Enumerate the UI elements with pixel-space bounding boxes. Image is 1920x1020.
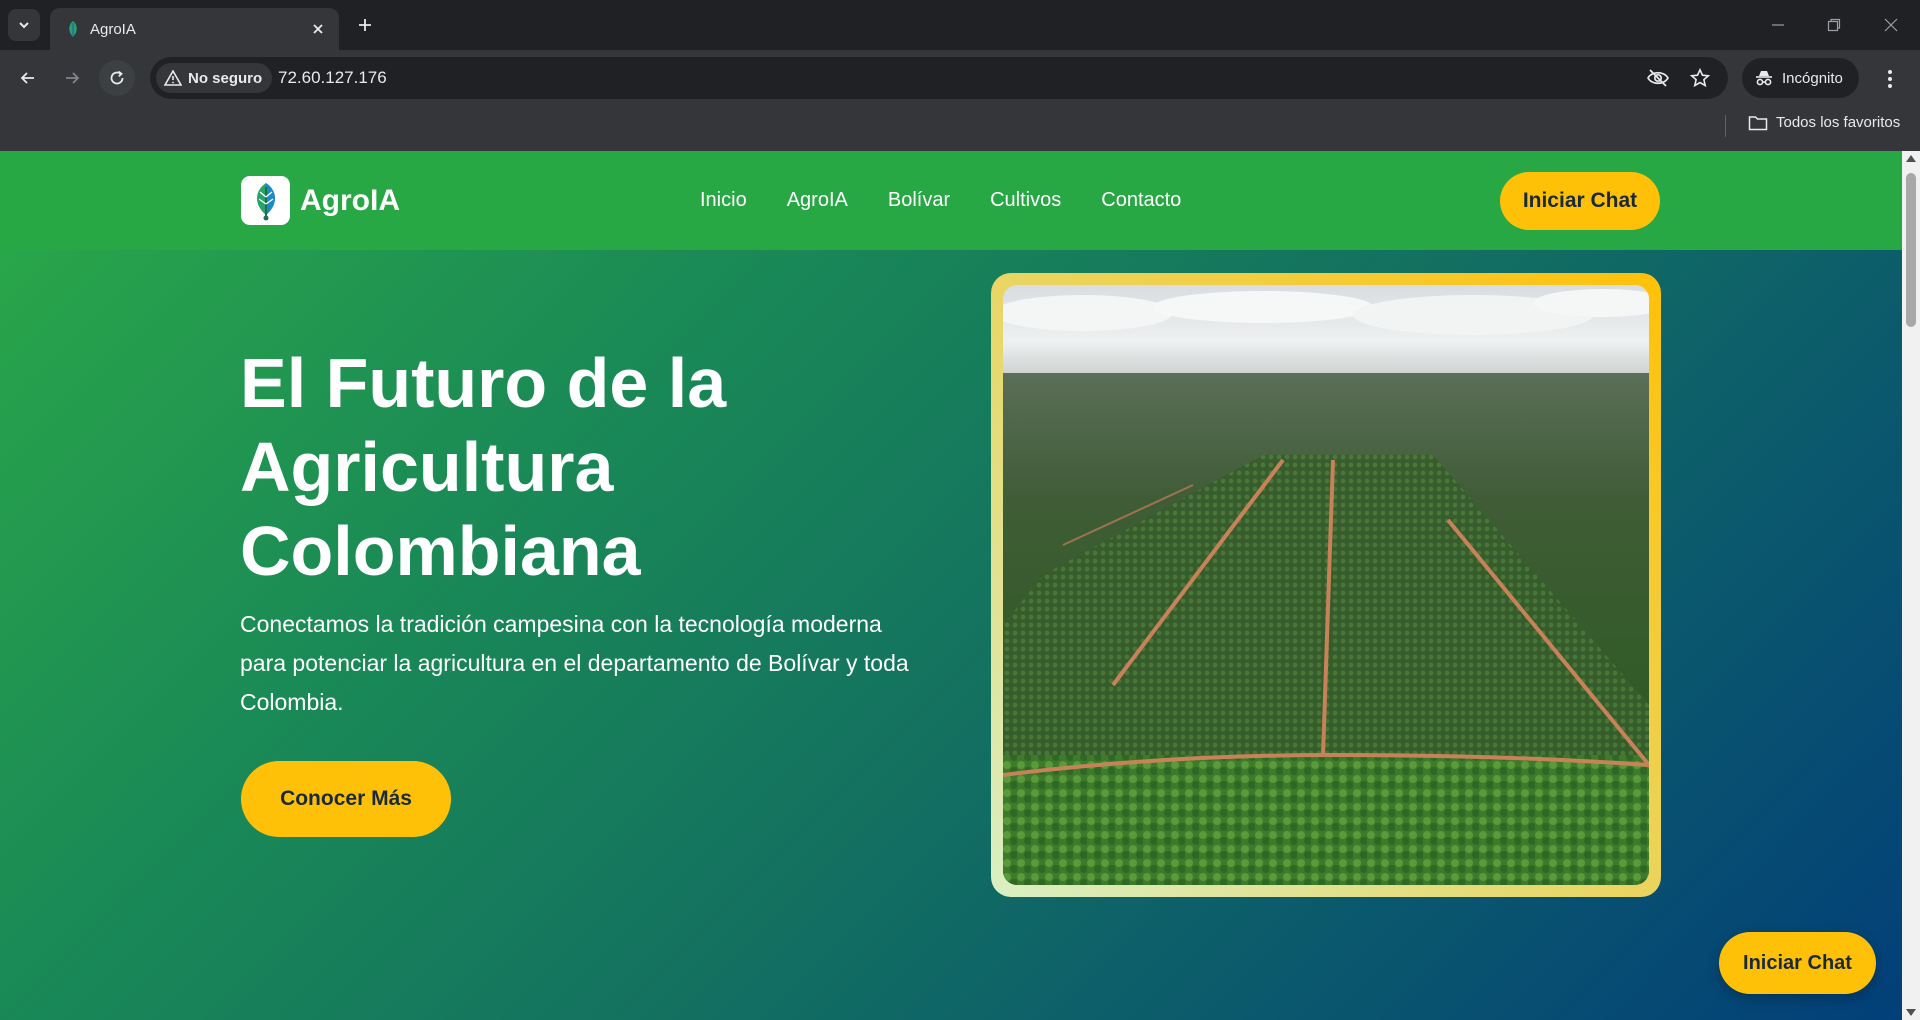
all-bookmarks-folder[interactable]: Todos los favoritos — [1748, 114, 1900, 131]
new-tab-plus-icon[interactable] — [352, 12, 378, 38]
browser-tab-bar: AgroIA — [0, 0, 1920, 50]
nav-link-cultivos[interactable]: Cultivos — [990, 189, 1061, 212]
nav-link-bolivar[interactable]: Bolívar — [888, 189, 950, 212]
chevron-down-icon — [19, 22, 29, 29]
scroll-thumb[interactable] — [1906, 173, 1916, 327]
page-viewport: AgroIA Inicio AgroIA Bolívar Cultivos Co… — [0, 151, 1902, 1020]
incognito-label: Incógnito — [1782, 69, 1843, 87]
scroll-down-arrow-icon[interactable] — [1906, 1009, 1916, 1016]
tab-title: AgroIA — [90, 21, 136, 38]
restore-icon[interactable] — [1819, 10, 1849, 40]
bookmarks-bar: Todos los favoritos — [0, 107, 1920, 151]
leaf-favicon-icon — [69, 21, 77, 37]
main-nav: Inicio AgroIA Bolívar Cultivos Contacto — [700, 189, 1181, 212]
hero-plantation-photo — [1003, 285, 1649, 885]
hero-title: El Futuro de la Agricultura Colombiana — [240, 344, 727, 590]
reload-icon[interactable] — [99, 60, 135, 96]
security-label: No seguro — [188, 69, 263, 87]
more-vert-icon[interactable] — [1875, 64, 1905, 94]
bookmarks-divider — [1725, 115, 1726, 137]
active-tab[interactable]: AgroIA — [50, 8, 339, 50]
scroll-up-arrow-icon[interactable] — [1906, 155, 1916, 162]
security-chip[interactable]: No seguro — [156, 63, 273, 93]
address-bar[interactable]: No seguro 72.60.127.176 — [150, 57, 1728, 99]
leaf-logo-icon — [256, 182, 275, 220]
minimize-icon[interactable] — [1763, 10, 1793, 40]
nav-link-contacto[interactable]: Contacto — [1101, 189, 1181, 212]
tab-close-icon[interactable] — [307, 18, 329, 40]
page-scrollbar[interactable] — [1902, 151, 1920, 1020]
browser-toolbar: No seguro 72.60.127.176 Incógnito — [0, 50, 1920, 107]
close-window-icon[interactable] — [1876, 10, 1906, 40]
hero-image-frame — [991, 273, 1661, 897]
hero-description: Conectamos la tradición campesina con la… — [240, 611, 909, 715]
nav-link-inicio[interactable]: Inicio — [700, 189, 747, 212]
tab-search-button[interactable] — [8, 9, 40, 41]
logo-text: AgroIA — [300, 183, 400, 217]
bookmark-star-icon[interactable] — [1688, 66, 1712, 90]
nav-link-agroia[interactable]: AgroIA — [787, 189, 848, 212]
site-header: AgroIA Inicio AgroIA Bolívar Cultivos Co… — [0, 151, 1902, 250]
logo-badge — [241, 176, 290, 225]
eye-off-icon[interactable] — [1646, 66, 1670, 90]
incognito-icon — [1756, 71, 1772, 86]
forward-arrow-icon[interactable] — [54, 60, 90, 96]
incognito-chip[interactable]: Incógnito — [1742, 58, 1859, 98]
header-start-chat-button[interactable]: Iniciar Chat — [1500, 172, 1660, 230]
site-logo[interactable]: AgroIA — [241, 176, 400, 225]
url-text[interactable]: 72.60.127.176 — [278, 68, 387, 88]
back-arrow-icon[interactable] — [10, 60, 46, 96]
floating-start-chat-button[interactable]: Iniciar Chat — [1719, 932, 1876, 994]
folder-icon — [1748, 115, 1768, 130]
warning-icon — [164, 70, 182, 86]
bookmarks-folder-label: Todos los favoritos — [1776, 114, 1901, 131]
learn-more-button[interactable]: Conocer Más — [241, 761, 451, 837]
